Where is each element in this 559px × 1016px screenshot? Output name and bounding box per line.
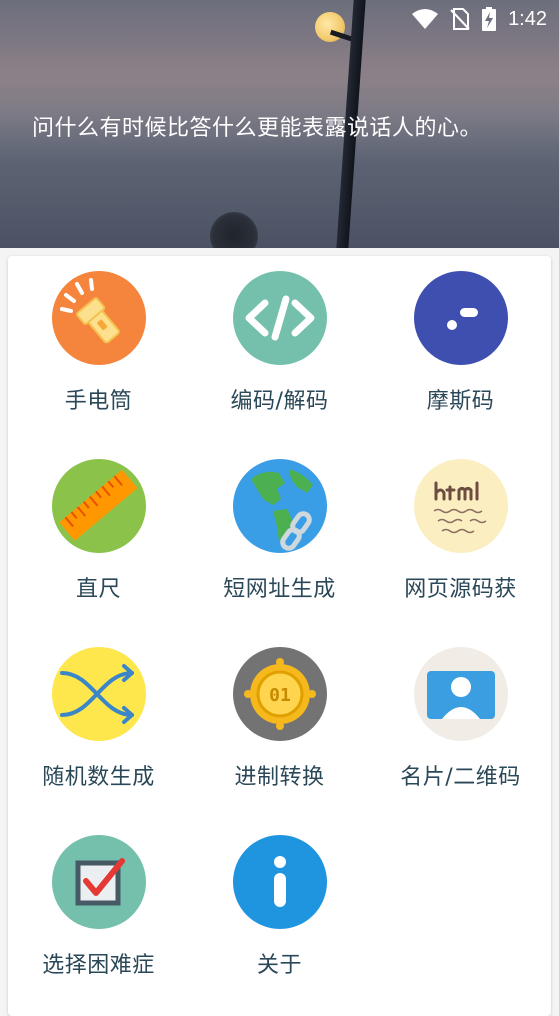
globe-link-icon — [232, 459, 327, 553]
tool-short-url[interactable]: 短网址生成 — [189, 444, 370, 632]
checkbox-icon — [51, 835, 146, 929]
tool-ruler[interactable]: 直尺 — [8, 444, 189, 632]
status-time: 1:42 — [508, 7, 547, 30]
code-icon — [232, 271, 327, 365]
ruler-icon — [51, 459, 146, 553]
tool-label: 直尺 — [75, 577, 121, 602]
tools-panel: 手电筒 编码/解码 摩斯码 直尺 短网址生成 网页源码获 随机数生成 01 进制… — [8, 256, 551, 1016]
html-paper-icon — [413, 459, 508, 553]
tool-label: 编码/解码 — [230, 389, 329, 414]
tool-business-card[interactable]: 名片/二维码 — [370, 632, 551, 820]
quote-text: 问什么有时候比答什么更能表露说话人的心。 — [32, 116, 483, 141]
tool-label: 进制转换 — [234, 765, 325, 790]
tool-label: 关于 — [256, 953, 302, 978]
tool-flashlight[interactable]: 手电筒 — [8, 256, 189, 444]
battery-charging-icon — [482, 7, 497, 31]
tool-label: 网页源码获 — [404, 577, 517, 602]
no-sim-icon — [450, 8, 470, 30]
tool-page-source[interactable]: 网页源码获 — [370, 444, 551, 632]
status-bar: 1:42 — [412, 6, 547, 32]
shuffle-icon — [51, 647, 146, 741]
tool-label: 短网址生成 — [223, 577, 336, 602]
tool-label: 随机数生成 — [42, 765, 155, 790]
header-banner: 1:42 问什么有时候比答什么更能表露说话人的心。 — [0, 0, 559, 248]
svg-text:01: 01 — [269, 685, 291, 706]
tool-base-convert[interactable]: 01 进制转换 — [189, 632, 370, 820]
contact-card-icon — [413, 647, 508, 741]
tools-grid: 手电筒 编码/解码 摩斯码 直尺 短网址生成 网页源码获 随机数生成 01 进制… — [8, 256, 551, 1008]
flashlight-icon — [51, 271, 146, 365]
binary-coin-icon: 01 — [232, 647, 327, 741]
tool-encode-decode[interactable]: 编码/解码 — [189, 256, 370, 444]
tool-decision-helper[interactable]: 选择困难症 — [8, 820, 189, 1008]
tool-label: 选择困难症 — [42, 953, 155, 978]
tool-label: 摩斯码 — [426, 389, 495, 414]
tool-about[interactable]: 关于 — [189, 820, 370, 1008]
dark-silhouette — [210, 212, 258, 248]
info-icon — [232, 835, 327, 929]
wifi-icon — [412, 9, 439, 29]
morse-icon — [413, 271, 508, 365]
tool-label: 名片/二维码 — [400, 765, 521, 790]
tool-morse[interactable]: 摩斯码 — [370, 256, 551, 444]
tool-label: 手电筒 — [64, 389, 133, 414]
tool-random-number[interactable]: 随机数生成 — [8, 632, 189, 820]
